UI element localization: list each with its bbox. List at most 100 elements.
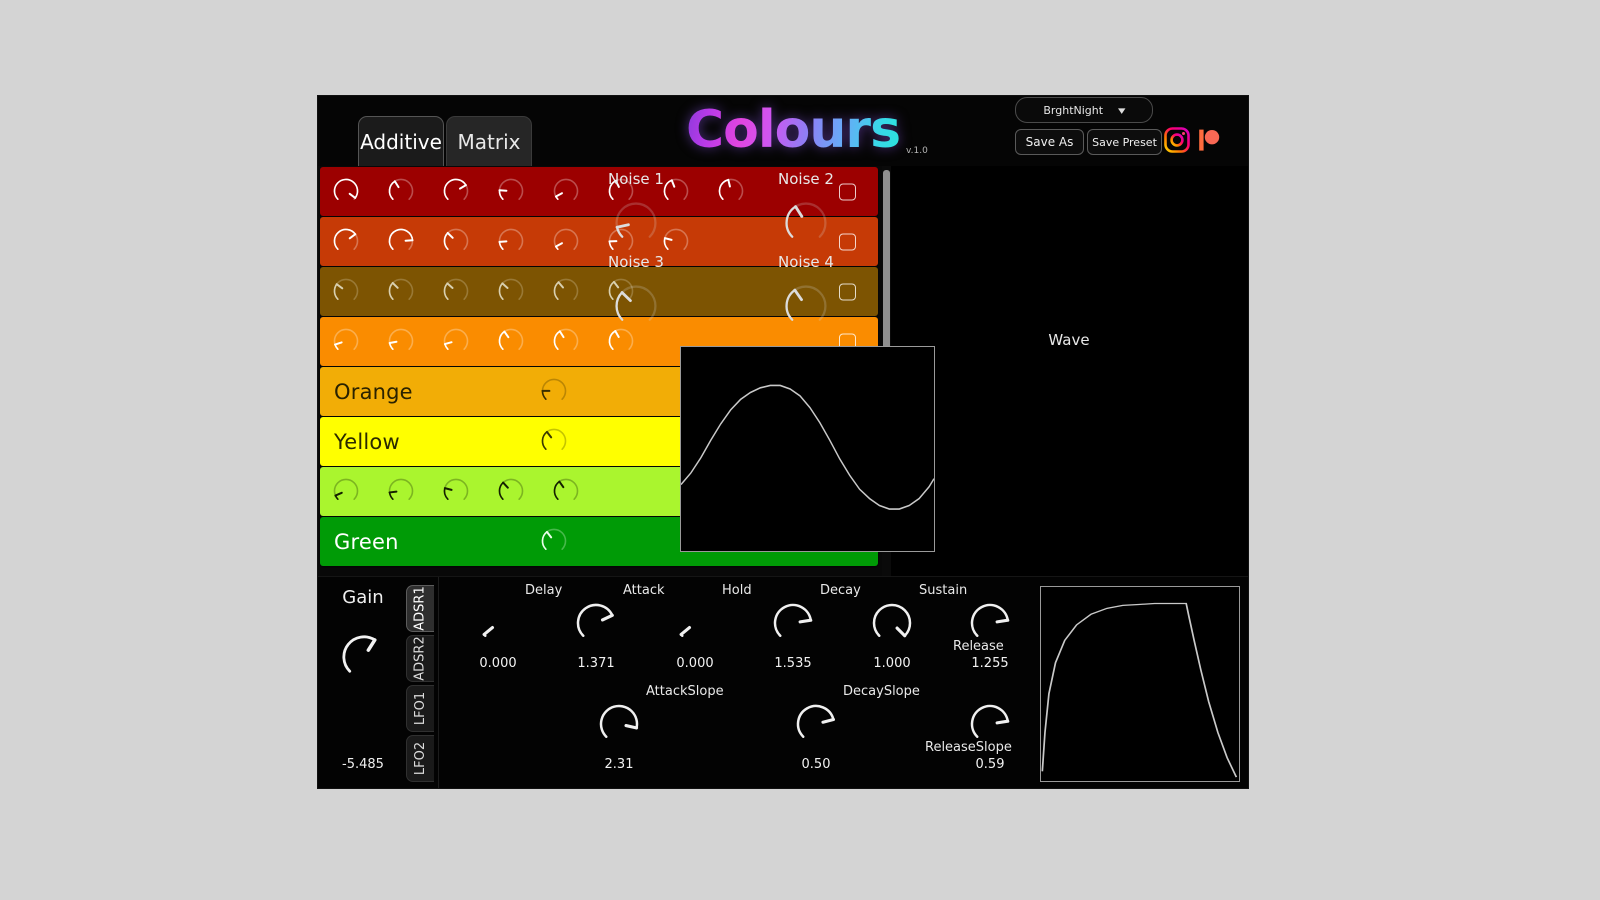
colour-row-knob[interactable]: [440, 475, 472, 507]
colour-row-knob[interactable]: [495, 175, 527, 207]
colour-row-knob[interactable]: [440, 275, 472, 307]
colour-row-knob[interactable]: [385, 475, 417, 507]
noise-wave-panel: Wave Noise 1 Noise 2 Noise 3 Noise 4: [608, 166, 1248, 576]
noise-knob[interactable]: [609, 196, 663, 250]
version-label: v.1.0: [906, 146, 928, 156]
colour-row-knob[interactable]: [715, 175, 747, 207]
adsr-attackslope-knob[interactable]: [594, 699, 644, 749]
colour-row-label: Orange: [334, 379, 413, 404]
adsr-attackslope-value: 2.31: [604, 757, 634, 772]
colour-row-knob[interactable]: [538, 525, 570, 557]
colour-row-knob[interactable]: [538, 425, 570, 457]
adsr-decayslope-knob[interactable]: [791, 699, 841, 749]
tab-additive-label: Additive: [360, 129, 442, 154]
colour-row-knob[interactable]: [385, 325, 417, 357]
modulation-tab-label: LFO1: [413, 691, 429, 726]
save-as-label: Save As: [1025, 135, 1074, 149]
colour-row-knob[interactable]: [495, 325, 527, 357]
noise-knob[interactable]: [779, 196, 833, 250]
adsr-decayslope-label: DecaySlope: [843, 684, 920, 699]
adsr-sustain-knob[interactable]: [867, 598, 917, 648]
rows-scrollbar-thumb[interactable]: [883, 170, 890, 362]
tab-matrix[interactable]: Matrix: [446, 116, 532, 166]
colour-row-knob[interactable]: [550, 275, 582, 307]
colour-row-knob[interactable]: [440, 175, 472, 207]
colour-row-knob[interactable]: [330, 275, 362, 307]
colour-row-label: Green: [334, 529, 399, 554]
envelope-display[interactable]: [1040, 586, 1240, 782]
adsr-decay-value: 1.535: [774, 656, 812, 671]
adsr-hold-value: 0.000: [676, 656, 714, 671]
save-preset-label: Save Preset: [1092, 135, 1157, 149]
colour-row-knob[interactable]: [550, 175, 582, 207]
noise-label: Noise 2: [778, 170, 834, 188]
colour-row-knob[interactable]: [385, 225, 417, 257]
modulation-tab-label: LFO2: [413, 741, 429, 776]
adsr-delay-knob[interactable]: [473, 598, 523, 648]
adsr-decay-label: Decay: [820, 583, 861, 598]
colour-row-knob[interactable]: [550, 325, 582, 357]
app-title: Colours: [678, 99, 908, 161]
noise-knob[interactable]: [779, 279, 833, 333]
modulation-tab-lfo1[interactable]: LFO1: [406, 685, 434, 732]
gain-section: Gain -5.485: [318, 577, 408, 788]
noise-knob[interactable]: [609, 279, 663, 333]
modulation-panel: Gain -5.485 ADSR1 ADSR2 LFO1 LFO2 Delay 0.00…: [318, 576, 1248, 788]
colour-row-knob[interactable]: [385, 175, 417, 207]
modulation-tab-adsr2[interactable]: ADSR2: [406, 635, 434, 682]
wave-curve: [680, 384, 935, 510]
wave-display[interactable]: [680, 346, 935, 552]
colour-row-knob[interactable]: [495, 225, 527, 257]
adsr-attack-value: 1.371: [577, 656, 615, 671]
colour-row-knob[interactable]: [538, 375, 570, 407]
wave-label: Wave: [1048, 331, 1090, 349]
adsr-releaseslope-label: ReleaseSlope: [925, 740, 1012, 755]
adsr-decay-knob[interactable]: [768, 598, 818, 648]
instagram-icon[interactable]: [1164, 127, 1190, 153]
modulation-tab-lfo2[interactable]: LFO2: [406, 735, 434, 782]
colour-row-knob[interactable]: [440, 325, 472, 357]
adsr-releaseslope-value: 0.59: [975, 757, 1005, 772]
adsr-section: Delay 0.000 Attack 1.371 Hold 0.000 Decay 1.535…: [438, 577, 1039, 788]
gain-value: -5.485: [342, 757, 384, 772]
adsr-sustain-label: Sustain: [919, 583, 968, 598]
colour-row-knob[interactable]: [330, 475, 362, 507]
gain-label: Gain: [342, 587, 384, 608]
colour-row-knob[interactable]: [495, 475, 527, 507]
colour-row-knob[interactable]: [495, 275, 527, 307]
colour-row-label: Yellow: [334, 429, 400, 454]
save-as-button[interactable]: Save As: [1015, 129, 1084, 155]
patreon-icon[interactable]: [1196, 127, 1222, 153]
colour-row-checkbox[interactable]: [839, 283, 856, 300]
adsr-release-value: 1.255: [971, 656, 1009, 671]
colour-row-knob[interactable]: [385, 275, 417, 307]
envelope-curve: [1041, 602, 1238, 778]
noise-label: Noise 4: [778, 253, 834, 271]
adsr-attack-label: Attack: [623, 583, 665, 598]
adsr-attack-knob[interactable]: [571, 598, 621, 648]
adsr-decayslope-value: 0.50: [801, 757, 831, 772]
modulation-tab-label: ADSR2: [413, 636, 428, 681]
header-bar: Additive Matrix Colours v.1.0 BrghtNight…: [318, 96, 1248, 166]
tab-additive[interactable]: Additive: [358, 116, 444, 166]
adsr-attackslope-label: AttackSlope: [646, 684, 724, 699]
adsr-delay-value: 0.000: [479, 656, 517, 671]
colour-row-knob[interactable]: [330, 325, 362, 357]
colour-row-checkbox[interactable]: [839, 233, 856, 250]
modulation-tab-label: ADSR1: [413, 586, 428, 631]
colour-row-knob[interactable]: [440, 225, 472, 257]
save-preset-button[interactable]: Save Preset: [1087, 129, 1162, 155]
noise-label: Noise 3: [608, 253, 664, 271]
modulation-tab-adsr1[interactable]: ADSR1: [406, 585, 434, 632]
colour-row-knob[interactable]: [550, 475, 582, 507]
adsr-delay-label: Delay: [525, 583, 563, 598]
preset-dropdown[interactable]: BrghtNight ▾: [1015, 97, 1153, 123]
adsr-release-label: Release: [953, 639, 1004, 654]
gain-knob[interactable]: [336, 629, 392, 685]
adsr-hold-knob[interactable]: [670, 598, 720, 648]
noise-label: Noise 1: [608, 170, 664, 188]
plugin-window: Additive Matrix Colours v.1.0 BrghtNight…: [318, 96, 1248, 788]
colour-row-knob[interactable]: [330, 175, 362, 207]
colour-row-knob[interactable]: [330, 225, 362, 257]
colour-row-knob[interactable]: [550, 225, 582, 257]
